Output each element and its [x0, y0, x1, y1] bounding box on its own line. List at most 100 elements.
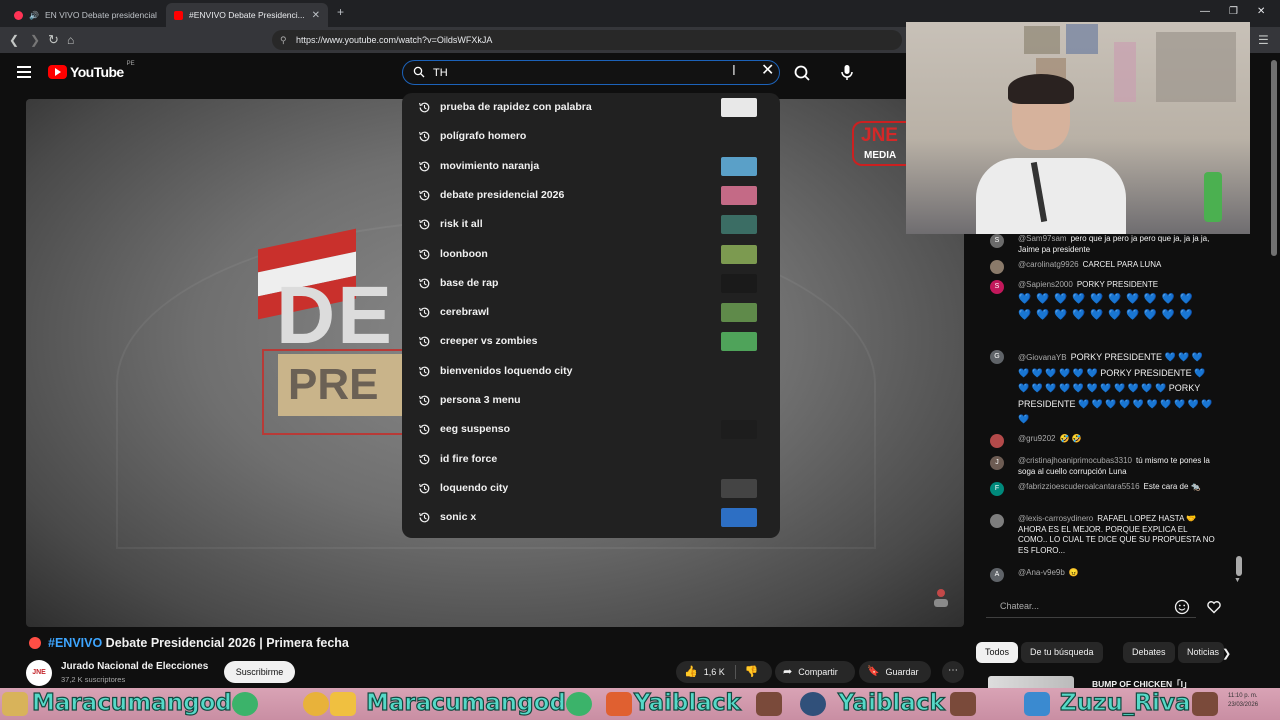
back-icon[interactable]: ❮	[9, 33, 19, 47]
chevron-right-icon[interactable]: ❯	[1222, 647, 1231, 660]
suggestion-thumbnail[interactable]	[721, 508, 757, 528]
url-text: https://www.youtube.com/watch?v=OildsWFX…	[296, 35, 493, 45]
live-indicator-icon	[14, 10, 23, 20]
more-actions-icon[interactable]: ⋯	[942, 661, 964, 683]
chat-username: @Sapiens2000	[1018, 280, 1073, 289]
chat-username: @Ana-v9e9b	[1018, 568, 1065, 577]
search-button[interactable]	[790, 61, 814, 85]
suggestion-item[interactable]: prueba de rapidez con palabra	[402, 93, 780, 122]
url-field[interactable]: ⚲ https://www.youtube.com/watch?v=OildsW…	[272, 30, 902, 50]
reload-icon[interactable]: ↻	[48, 33, 59, 47]
chat-input[interactable]: Chatear...	[986, 594, 1196, 618]
home-icon[interactable]: ⌂	[67, 33, 74, 47]
suggestion-item[interactable]: sonic x	[402, 503, 780, 532]
chip-debates[interactable]: Debates	[1123, 642, 1175, 663]
suggestion-item[interactable]: creeper vs zombies	[402, 327, 780, 356]
like-dislike-group: 👍 1,6 K 👎	[676, 661, 772, 683]
heart-icon[interactable]	[1206, 599, 1222, 615]
suggestion-item[interactable]: debate presidencial 2026	[402, 181, 780, 210]
site-info-icon[interactable]: ⚲	[280, 30, 287, 50]
chat-scroll-down-icon[interactable]: ▼	[1234, 577, 1241, 584]
new-tab-button[interactable]: +	[337, 5, 344, 19]
suggestion-thumbnail[interactable]	[721, 332, 757, 352]
suggestion-label: creeper vs zombies	[440, 335, 538, 348]
chat-avatar: J	[990, 456, 1004, 470]
suggestion-item[interactable]: loonboon	[402, 240, 780, 269]
chat-message: @gru9202 🤣 🤣	[990, 434, 1216, 448]
hamburger-menu-icon[interactable]	[17, 66, 31, 78]
chat-message: J @cristinajhoaniprimocubas3310 tú mismo …	[990, 456, 1216, 477]
close-window-icon[interactable]: ✕	[1257, 6, 1265, 17]
suggestion-thumbnail[interactable]	[721, 185, 757, 205]
emote-icon	[303, 692, 329, 716]
suggestion-thumbnail[interactable]	[721, 98, 757, 117]
close-tab-icon[interactable]: ✕	[312, 10, 320, 21]
suggestion-thumbnail[interactable]	[721, 215, 757, 235]
chat-message: F @fabrizzioescuderoalcantara5516 Este ca…	[990, 482, 1216, 496]
subscribe-button[interactable]: Suscribirme	[224, 661, 295, 683]
suggestion-item[interactable]: persona 3 menu	[402, 386, 780, 415]
minimize-icon[interactable]: —	[1200, 6, 1210, 17]
chat-avatar: G	[990, 350, 1004, 364]
forward-icon[interactable]: ❯	[30, 33, 40, 47]
face-emote-icon	[1192, 692, 1218, 716]
chip-noticias[interactable]: Noticias	[1178, 642, 1224, 663]
channel-name[interactable]: Jurado Nacional de Elecciones	[61, 661, 208, 672]
chat-message: @carolinatg9926 CARCEL PARA LUNA	[990, 260, 1216, 274]
suggestion-item[interactable]: cerebrawl	[402, 298, 780, 327]
suggestion-label: base de rap	[440, 276, 499, 289]
suggestion-item[interactable]: base de rap	[402, 269, 780, 298]
suggestion-thumbnail[interactable]	[721, 273, 757, 293]
subscriber-count: 37,2 K suscriptores	[61, 675, 126, 684]
suggestion-thumbnail[interactable]	[721, 303, 757, 323]
suggestion-label: loonboon	[440, 247, 488, 260]
emoji-icon[interactable]	[1174, 599, 1190, 615]
clear-search-icon[interactable]: ✕	[761, 63, 774, 79]
suggestion-thumbnail[interactable]	[721, 478, 757, 498]
chat-scrollbar[interactable]	[1236, 556, 1242, 576]
suggestion-item[interactable]: loquendo city	[402, 474, 780, 503]
suggestion-item[interactable]: bienvenidos loquendo city	[402, 357, 780, 386]
chat-username: @Sam97sam	[1018, 234, 1067, 243]
search-box[interactable]	[402, 60, 780, 85]
voice-search-mic-icon[interactable]	[835, 60, 859, 84]
suggestion-item[interactable]: id fire force	[402, 445, 780, 474]
chip-todos[interactable]: Todos	[976, 642, 1019, 663]
like-count[interactable]: 1,6 K	[704, 661, 725, 683]
chat-avatar	[990, 514, 1004, 528]
history-icon	[419, 307, 430, 318]
suggestion-thumbnail[interactable]	[721, 244, 757, 264]
suggestion-label: debate presidencial 2026	[440, 188, 565, 201]
emote-icon	[606, 692, 632, 716]
stream-overlay-banner: Maracumangod Maracumangod Yaiblack Yaibl…	[0, 688, 1280, 720]
suggestion-thumbnail[interactable]	[721, 420, 757, 440]
chat-avatar	[990, 434, 1004, 448]
browser-tab-title: #ENVIVO Debate Presidenci...	[189, 10, 305, 20]
suggestion-label: id fire force	[440, 452, 498, 465]
suggestion-label: cerebrawl	[440, 306, 490, 319]
save-button[interactable]: 🔖 Guardar	[859, 661, 931, 683]
chip-de-tu-busqueda[interactable]: De tu búsqueda	[1021, 642, 1103, 663]
like-icon[interactable]: 👍	[684, 661, 698, 683]
suggestion-item[interactable]: movimiento naranja	[402, 152, 780, 181]
face-emote-icon	[756, 692, 782, 716]
channel-avatar[interactable]: JNE	[26, 660, 52, 686]
chat-message: S @Sapiens2000 PORKY PRESIDENTE 💙 💙 💙 💙 💙…	[990, 280, 1216, 323]
dislike-icon[interactable]: 👎	[745, 661, 759, 683]
suggestion-thumbnail[interactable]	[721, 156, 757, 176]
suggestion-item[interactable]: eeg suspenso	[402, 415, 780, 444]
browser-tab-2[interactable]: #ENVIVO Debate Presidenci... ✕	[166, 3, 328, 27]
page-scrollbar[interactable]	[1271, 60, 1277, 256]
history-icon	[419, 512, 430, 523]
suggestion-label: polígrafo homero	[440, 130, 527, 143]
video-hashtag[interactable]: #ENVIVO	[48, 636, 102, 650]
browser-tab-1[interactable]: 🔊 EN VIVO Debate presidencial	[6, 3, 162, 27]
share-button[interactable]: ➦ Compartir	[775, 661, 855, 683]
search-input[interactable]	[433, 64, 723, 82]
maximize-icon[interactable]: ❐	[1229, 6, 1238, 17]
suggestion-item[interactable]: polígrafo homero	[402, 122, 780, 151]
youtube-logo[interactable]: YouTube PE	[48, 61, 135, 80]
browser-menu-icon[interactable]: ☰	[1258, 33, 1269, 47]
chat-text: PORKY PRESIDENTE	[1076, 280, 1159, 289]
suggestion-item[interactable]: risk it all	[402, 210, 780, 239]
